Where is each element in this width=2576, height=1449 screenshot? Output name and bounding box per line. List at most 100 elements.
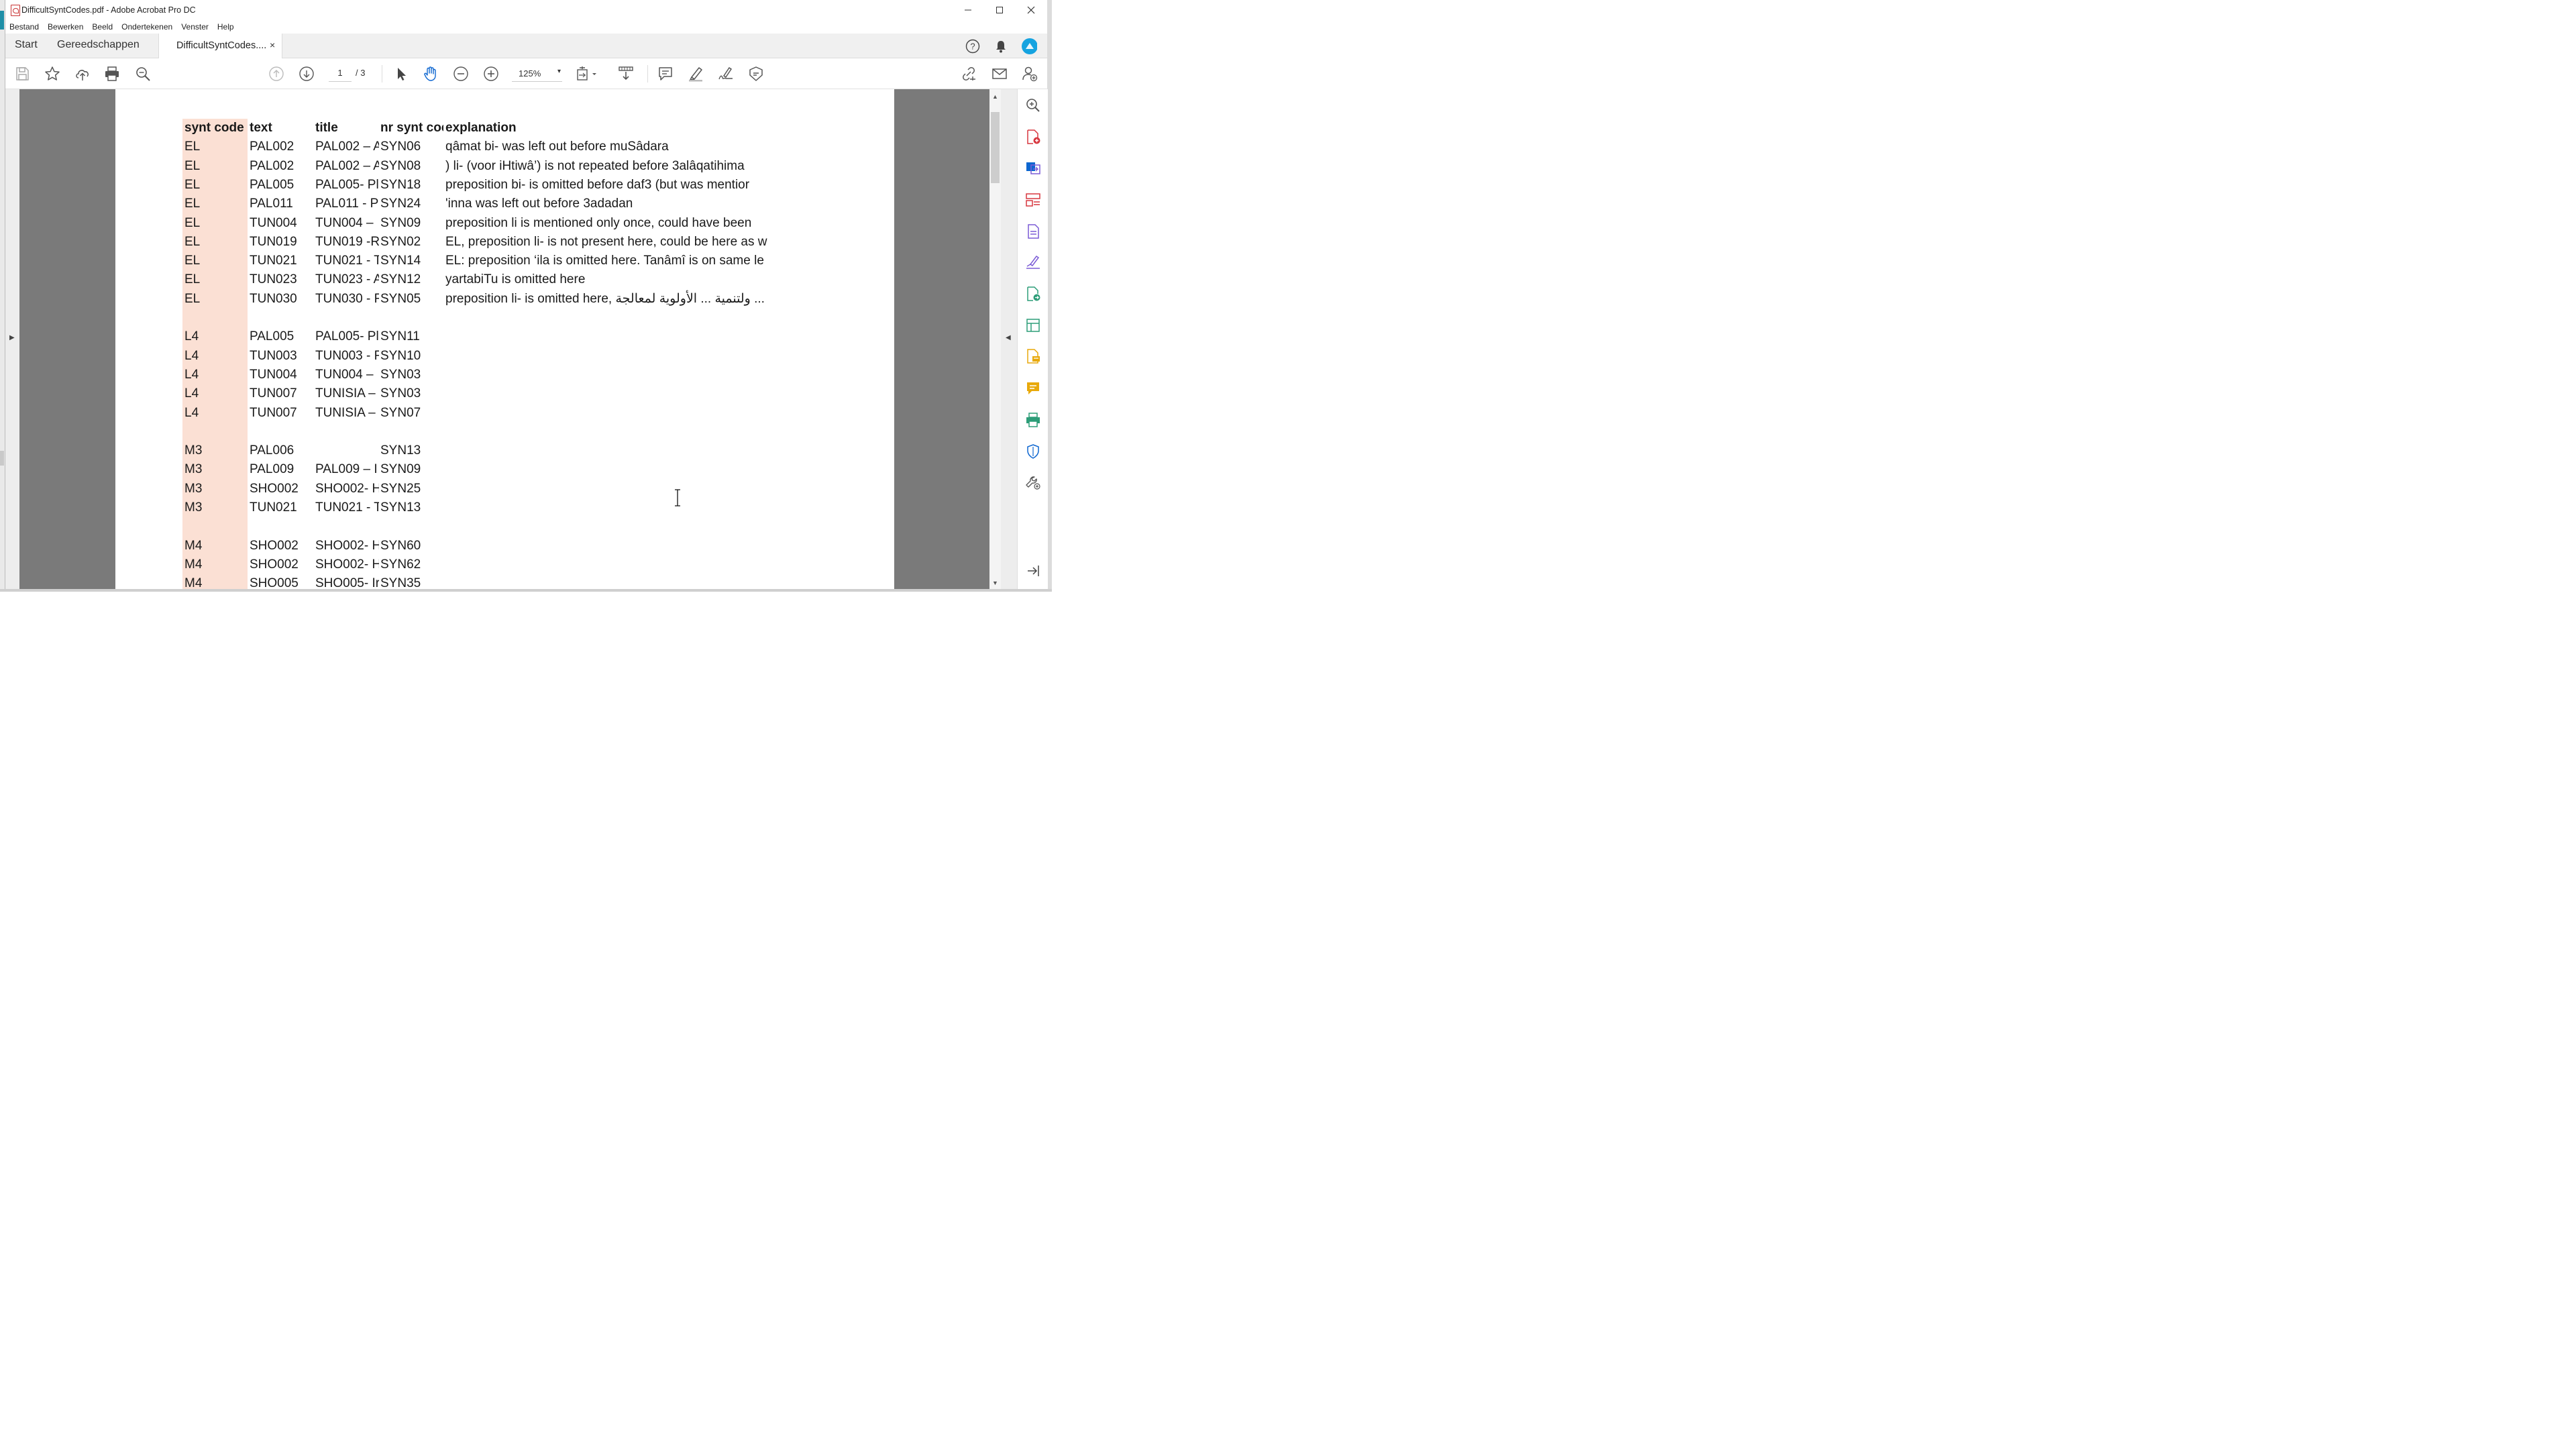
comment-button[interactable] xyxy=(657,65,674,83)
table-cell: TUNISIA – xyxy=(315,405,376,420)
stamp-button[interactable] xyxy=(747,65,765,83)
table-cell: SYN03 xyxy=(380,367,421,382)
page-fit-button[interactable] xyxy=(576,65,598,83)
edit-pdf-button[interactable] xyxy=(1024,223,1042,240)
protect-button[interactable] xyxy=(1024,443,1042,460)
fill-sign-button[interactable] xyxy=(1024,254,1042,271)
table-cell: TUN019 -R xyxy=(315,234,379,249)
table-cell: qâmat bi- was left out before muSâdara xyxy=(445,140,669,154)
zoom-out-button[interactable] xyxy=(452,65,470,83)
export-pdf-button[interactable] xyxy=(1024,128,1042,146)
select-arrow-icon xyxy=(398,68,406,80)
table-cell: SYN13 xyxy=(380,500,421,515)
hand-icon xyxy=(424,66,436,81)
zoom-in-icon xyxy=(484,66,498,81)
left-panel-toggle[interactable]: ▶ xyxy=(5,89,19,589)
bookmark-button[interactable] xyxy=(44,65,61,83)
print-button[interactable] xyxy=(103,65,121,83)
table-cell: TUN030 - F xyxy=(315,291,379,306)
tab-close-button[interactable]: × xyxy=(270,40,275,50)
menu-venster[interactable]: Venster xyxy=(177,20,213,34)
minimize-button[interactable] xyxy=(953,0,983,20)
table-cell: L4 xyxy=(184,386,199,401)
table-cell: PAL011 - P xyxy=(315,197,379,211)
table-cell: SYN18 xyxy=(380,177,421,192)
export-pdf-tool-button[interactable] xyxy=(1024,285,1042,303)
organize-pages-button[interactable] xyxy=(1024,191,1042,209)
help-button[interactable]: ? xyxy=(965,38,981,54)
table-header-cell: title xyxy=(315,121,338,135)
share-link-icon xyxy=(963,67,975,80)
sign-button[interactable] xyxy=(717,65,735,83)
table-cell: PAL009 – I xyxy=(315,462,378,477)
zoom-out-icon xyxy=(453,66,468,81)
tab-start[interactable]: Start xyxy=(15,39,38,51)
save-button[interactable] xyxy=(13,65,31,83)
title-bar: DifficultSyntCodes.pdf - Adobe Acrobat P… xyxy=(5,0,1047,20)
table-cell: SYN62 xyxy=(380,557,421,572)
next-page-button[interactable] xyxy=(298,65,315,83)
highlight-button[interactable] xyxy=(687,65,704,83)
table-cell: SYN12 xyxy=(380,272,421,287)
table-header-cell: nr synt coc xyxy=(380,121,443,135)
table-cell: EL xyxy=(184,158,201,173)
table-cell: EL xyxy=(184,234,201,249)
previous-page-button[interactable] xyxy=(268,65,285,83)
tab-row: Start Gereedschappen DifficultSyntCodes.… xyxy=(5,34,1047,58)
tab-tools[interactable]: Gereedschappen xyxy=(57,39,140,51)
protect-icon xyxy=(1027,444,1039,459)
account-avatar[interactable] xyxy=(1021,38,1037,54)
zoom-in-button[interactable] xyxy=(482,65,500,83)
table-header-cell: text xyxy=(250,121,272,135)
table-cell: EL xyxy=(184,291,201,306)
collapse-tools-pane-button[interactable] xyxy=(1024,562,1042,580)
share-link-button[interactable] xyxy=(960,65,977,83)
table-cell: TUN021 xyxy=(250,254,297,268)
table-cell: SHO002 xyxy=(250,538,299,553)
maximize-icon xyxy=(996,7,1003,13)
table-cell: M3 xyxy=(184,500,203,515)
table-cell: TUN023 xyxy=(250,272,297,287)
table-cell: SYN60 xyxy=(380,538,421,553)
find-button[interactable] xyxy=(134,65,152,83)
comment-tool-button[interactable] xyxy=(1024,380,1042,397)
scrollbar-thumb[interactable] xyxy=(991,112,1000,183)
scroll-down-icon[interactable]: ▼ xyxy=(992,580,998,586)
menu-bewerken[interactable]: Bewerken xyxy=(44,20,88,34)
menu-ondertekenen[interactable]: Ondertekenen xyxy=(117,20,177,34)
scroll-mode-button[interactable] xyxy=(617,65,635,83)
menu-beeld[interactable]: Beeld xyxy=(88,20,117,34)
table-cell: yartabiTu is omitted here xyxy=(445,272,586,287)
zoom-tool-button[interactable] xyxy=(1024,97,1042,114)
create-pdf-button[interactable] xyxy=(1024,159,1042,176)
table-cell: TUN021 xyxy=(250,500,297,515)
print-production-button[interactable] xyxy=(1024,411,1042,429)
close-button[interactable] xyxy=(1016,0,1046,20)
table-cell: M4 xyxy=(184,557,203,572)
desktop-edge-bottom xyxy=(0,589,1052,592)
upload-button[interactable] xyxy=(74,65,91,83)
maximize-button[interactable] xyxy=(984,0,1015,20)
comment-icon xyxy=(659,67,672,80)
compress-button[interactable] xyxy=(1024,317,1042,334)
zoom-level-select[interactable]: 125% ▾ xyxy=(512,65,562,82)
table-cell: SYN06 xyxy=(380,140,421,154)
send-for-review-button[interactable] xyxy=(1024,347,1042,365)
notifications-button[interactable] xyxy=(993,38,1009,54)
page-number-input[interactable]: 1 xyxy=(329,65,352,82)
menu-help[interactable]: Help xyxy=(213,20,239,34)
save-icon xyxy=(16,67,29,80)
more-tools-button[interactable] xyxy=(1024,474,1042,491)
vertical-scrollbar[interactable]: ▲ ▼ xyxy=(989,89,1001,589)
table-cell: TUN007 xyxy=(250,386,297,401)
hand-tool-button[interactable] xyxy=(422,65,439,83)
tab-document[interactable]: DifficultSyntCodes.... × xyxy=(158,34,282,58)
scroll-up-icon[interactable]: ▲ xyxy=(992,93,998,100)
email-button[interactable] xyxy=(991,65,1008,83)
table-cell: EL xyxy=(184,177,201,192)
table-cell: SYN05 xyxy=(380,291,421,306)
select-tool-button[interactable] xyxy=(392,65,410,83)
add-user-button[interactable] xyxy=(1021,65,1038,83)
menu-bestand[interactable]: Bestand xyxy=(5,20,44,34)
table-cell: SYN35 xyxy=(380,576,421,589)
